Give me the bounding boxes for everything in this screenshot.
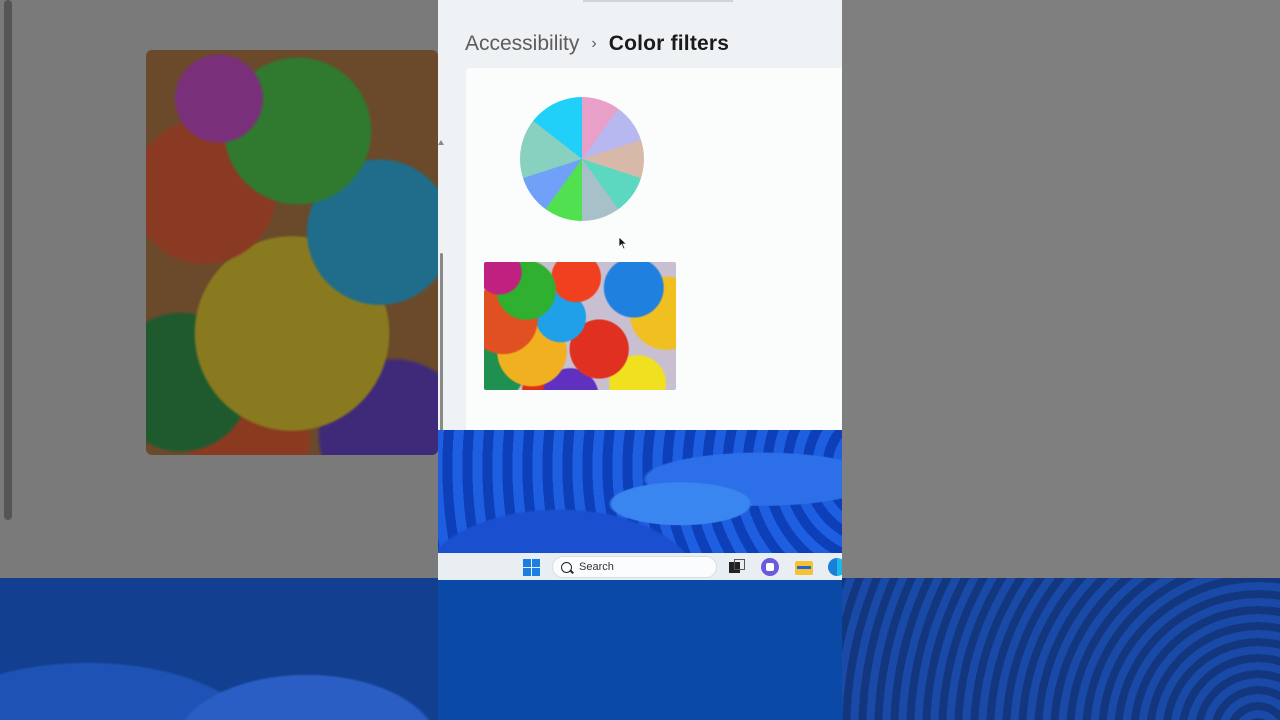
task-view-icon[interactable]: [728, 558, 746, 576]
blurred-scrollbar: [4, 0, 12, 520]
blurred-window: [842, 0, 1280, 578]
blurred-photo: [146, 50, 438, 455]
desktop-wallpaper: [438, 430, 842, 553]
colorful-photo-preview: [484, 262, 676, 390]
title-bar-edge: [583, 0, 733, 2]
file-explorer-icon[interactable]: [795, 558, 813, 576]
edge-icon[interactable]: [828, 558, 842, 576]
breadcrumb-accessibility-link[interactable]: Accessibility: [465, 32, 579, 56]
screen-capture: Accessibility › Color filters Search: [438, 0, 842, 720]
teams-chat-icon[interactable]: [761, 558, 779, 576]
blurred-background-right: [842, 0, 1280, 720]
chevron-right-icon: ›: [591, 35, 597, 52]
breadcrumb: Accessibility › Color filters: [465, 28, 729, 60]
blurred-background-left: [0, 0, 438, 720]
blurred-wallpaper: [842, 578, 1280, 720]
scroll-up-icon[interactable]: [438, 140, 444, 145]
page-title: Color filters: [608, 32, 730, 55]
vertical-scrollbar[interactable]: [438, 68, 444, 485]
taskbar-search-box[interactable]: Search: [552, 556, 717, 578]
search-label: Search: [579, 561, 614, 573]
windows-start-icon[interactable]: [523, 559, 540, 576]
color-wheel-preview: [520, 97, 644, 221]
blurred-wallpaper: [0, 578, 438, 720]
search-icon: [561, 561, 572, 573]
taskbar: Search: [438, 553, 842, 580]
blue-fill-area: [438, 580, 842, 720]
settings-window: Accessibility › Color filters: [438, 0, 842, 485]
mouse-cursor-icon: [618, 236, 628, 250]
